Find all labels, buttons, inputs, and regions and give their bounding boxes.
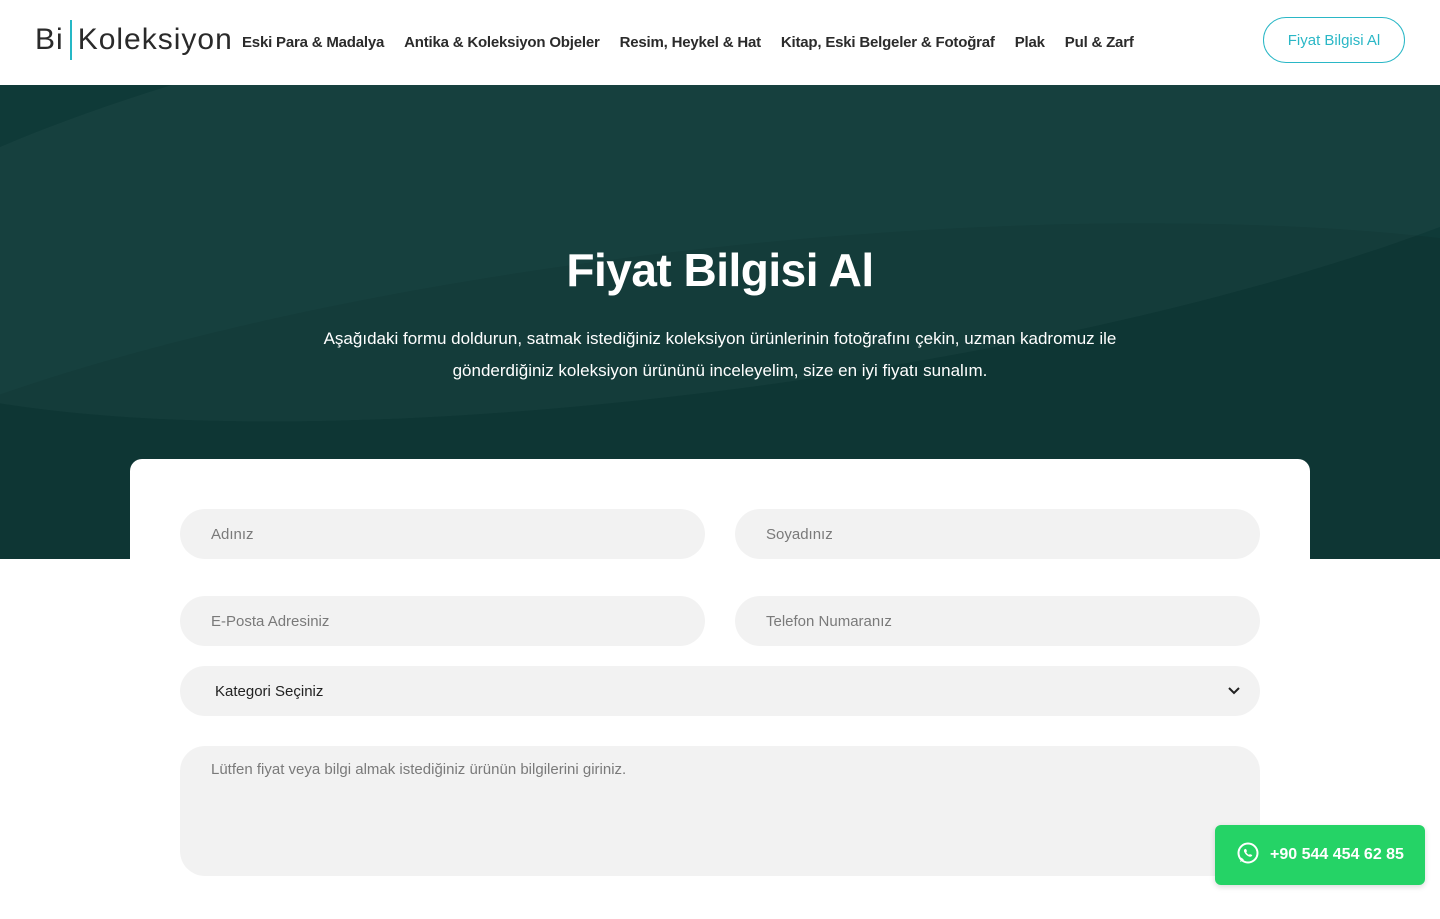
whatsapp-icon: [1236, 841, 1270, 870]
logo-divider: [69, 20, 72, 60]
whatsapp-phone: +90 544 454 62 85: [1270, 846, 1404, 863]
nav-item-kitap[interactable]: Kitap, Eski Belgeler & Fotoğraf: [781, 34, 995, 51]
nav-item-resim[interactable]: Resim, Heykel & Hat: [620, 34, 761, 51]
message-textarea[interactable]: [180, 746, 1260, 876]
first-name-input[interactable]: [180, 509, 705, 559]
site-logo[interactable]: Bi Koleksiyon: [35, 18, 233, 62]
logo-text-bi: Bi: [35, 23, 64, 56]
nav-item-eski-para[interactable]: Eski Para & Madalya: [242, 34, 384, 51]
whatsapp-button[interactable]: +90 544 454 62 85: [1215, 825, 1425, 885]
last-name-input[interactable]: [735, 509, 1260, 559]
chevron-down-icon: [1228, 684, 1240, 698]
price-request-form: Kategori Seçiniz: [130, 459, 1310, 919]
site-header: Bi Koleksiyon Eski Para & Madalya Antika…: [0, 0, 1440, 85]
email-input[interactable]: [180, 596, 705, 646]
hero-description: Aşağıdaki formu doldurun, satmak istediğ…: [323, 329, 1117, 380]
phone-input[interactable]: [735, 596, 1260, 646]
main-nav: Eski Para & Madalya Antika & Koleksiyon …: [242, 0, 1154, 85]
nav-item-antika[interactable]: Antika & Koleksiyon Objeler: [404, 34, 600, 51]
nav-item-plak[interactable]: Plak: [1015, 34, 1045, 51]
logo-text-koleksiyon: Koleksiyon: [77, 23, 233, 56]
nav-item-pul[interactable]: Pul & Zarf: [1065, 34, 1134, 51]
page-title: Fiyat Bilgisi Al: [566, 244, 874, 296]
category-select-value: Kategori Seçiniz: [215, 682, 324, 700]
category-select[interactable]: Kategori Seçiniz: [180, 666, 1260, 716]
price-info-button[interactable]: Fiyat Bilgisi Al: [1263, 17, 1405, 63]
